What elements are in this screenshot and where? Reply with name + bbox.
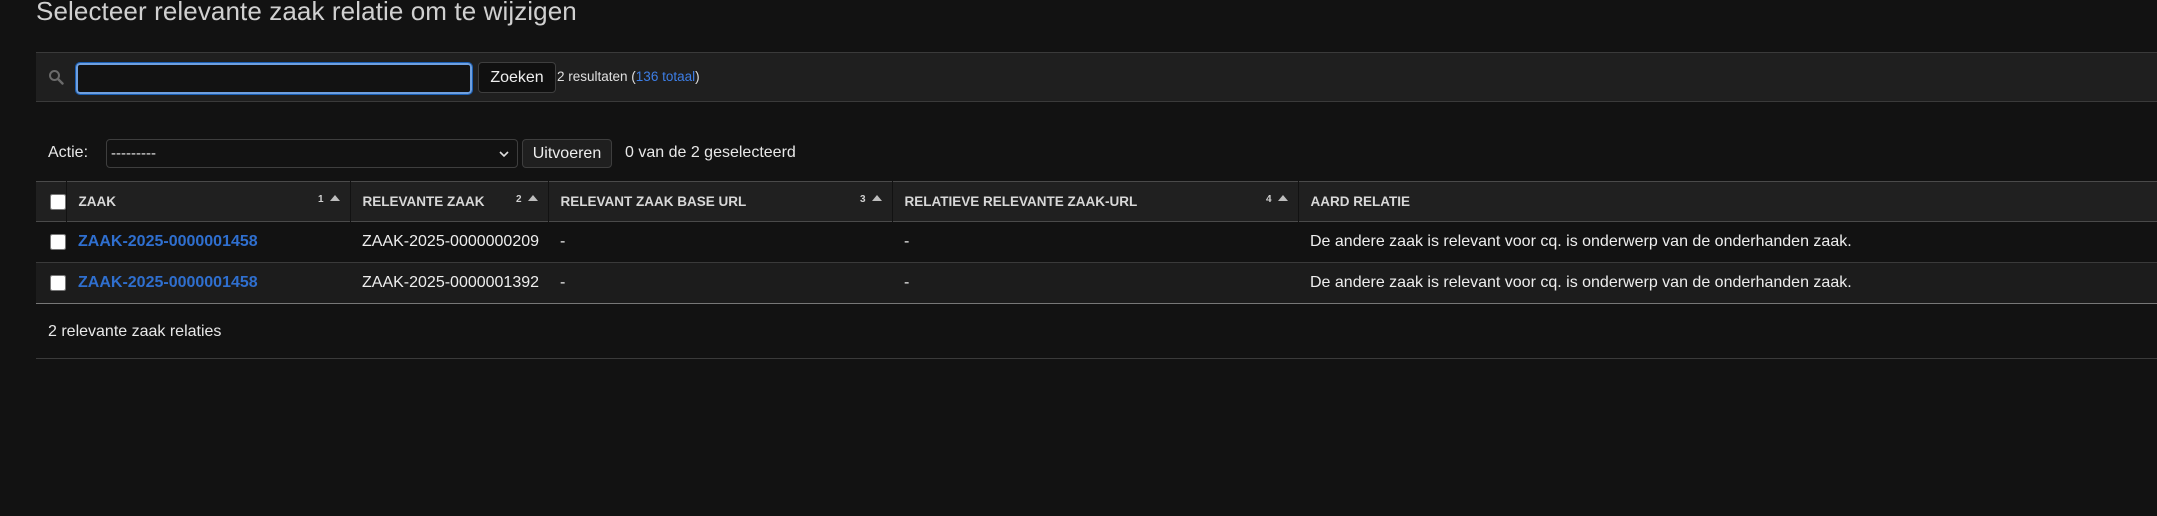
column-header-label: Relatieve relevante zaak-url [904, 194, 1138, 209]
search-toolbar: Zoeken 2 resultaten (136 totaal) [36, 52, 2157, 102]
sort-ascending-icon [871, 195, 882, 201]
result-count-suffix: ) [695, 69, 700, 84]
row-checkbox[interactable] [50, 233, 66, 250]
result-count-prefix: 2 resultaten ( [557, 69, 636, 84]
relatieve-url-cell: - [904, 233, 910, 250]
aard-relatie-cell: De andere zaak is relevant voor cq. is o… [1310, 233, 1852, 250]
select-all-checkbox[interactable] [50, 193, 66, 210]
base-url-cell: - [560, 233, 566, 250]
results-table: Zaak 1 Relevante zaak 2 Relevant zaak base… [36, 181, 2157, 304]
action-select[interactable]: --------- [106, 139, 518, 168]
table-header-row: Zaak 1 Relevante zaak 2 Relevant zaak base… [36, 181, 2157, 222]
chevron-down-icon [499, 151, 509, 158]
row-checkbox[interactable] [50, 274, 66, 291]
zaak-cell: ZAAK-2025-0000001458 [66, 222, 350, 263]
search-icon [49, 70, 64, 85]
base-url-cell: - [560, 274, 566, 291]
select-all-cell [36, 182, 66, 222]
relatieve-url-cell: - [904, 274, 910, 291]
sort-indicator[interactable]: 3 [860, 194, 882, 205]
column-header-label: Relevante zaak [362, 194, 485, 209]
action-label: Actie: [48, 144, 89, 161]
paginator: 2 relevante zaak relaties [36, 305, 2157, 359]
aard-relatie-cell: De andere zaak is relevant voor cq. is o… [1310, 274, 1852, 291]
row-select-cell [36, 222, 66, 263]
relevante-zaak-cell: ZAAK-2025-0000001392 [362, 274, 540, 291]
selected-count: 0 van de 2 geselecteerd [625, 144, 796, 161]
search-button[interactable]: Zoeken [478, 62, 556, 93]
run-action-button[interactable]: Uitvoeren [522, 139, 612, 168]
action-select-value: --------- [111, 145, 156, 162]
sort-indicator[interactable]: 4 [1266, 194, 1288, 205]
relevante-zaak-cell: ZAAK-2025-0000000209 [362, 233, 540, 250]
sort-order: 3 [859, 194, 866, 205]
sort-ascending-icon [527, 195, 538, 201]
column-header-relatieve-url[interactable]: Relatieve relevante zaak-url 4 [891, 181, 1298, 222]
result-count: 2 resultaten (136 totaal) [557, 69, 700, 84]
zaak-link[interactable]: ZAAK-2025-0000001458 [78, 274, 258, 291]
show-total-link[interactable]: 136 totaal [636, 69, 695, 84]
sort-order: 2 [515, 194, 522, 205]
column-header-label: Zaak [78, 194, 117, 209]
page-title: Selecteer relevante zaak relatie om te w… [36, 0, 577, 26]
row-select-cell [36, 263, 66, 304]
zaak-cell: ZAAK-2025-0000001458 [66, 263, 350, 304]
sort-indicator[interactable]: 1 [318, 194, 340, 205]
column-header-base-url[interactable]: Relevant zaak base url 3 [547, 181, 892, 222]
zaak-link[interactable]: ZAAK-2025-0000001458 [78, 233, 258, 250]
sort-ascending-icon [1277, 195, 1288, 201]
table-row: ZAAK-2025-0000001458 ZAAK-2025-000000139… [36, 262, 2157, 304]
column-header-zaak[interactable]: Zaak 1 [65, 181, 350, 222]
column-header-aard-relatie[interactable]: Aard relatie [1297, 181, 2157, 222]
column-header-label: Relevant zaak base url [560, 194, 747, 209]
sort-ascending-icon [329, 195, 340, 201]
search-input[interactable] [75, 62, 473, 95]
column-header-relevante-zaak[interactable]: Relevante zaak 2 [349, 181, 548, 222]
sort-indicator[interactable]: 2 [516, 194, 538, 205]
sort-order: 4 [1265, 194, 1272, 205]
actions-bar: Actie: --------- Uitvoeren 0 van de 2 ge… [36, 136, 1536, 170]
column-header-label: Aard relatie [1310, 194, 1411, 209]
table-row: ZAAK-2025-0000001458 ZAAK-2025-000000020… [36, 222, 2157, 263]
total-count-text: 2 relevante zaak relaties [48, 323, 222, 340]
sort-order: 1 [317, 194, 324, 205]
